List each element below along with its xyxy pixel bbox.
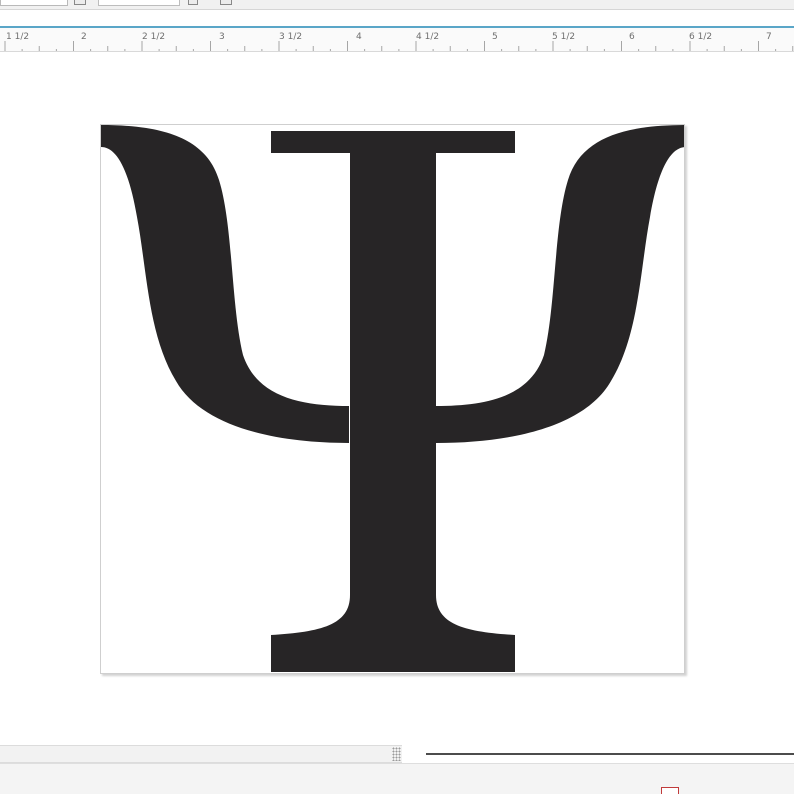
ruler-label: 2	[81, 32, 87, 42]
app-window: 1 1/2 2 2 1/2 3 3 1/2 4 4 1/2 5 5 1/2 6 …	[0, 0, 794, 794]
toolbar-value-field[interactable]	[98, 0, 180, 6]
scrollbar-thumb[interactable]	[426, 753, 794, 755]
drawing-workspace[interactable]	[0, 53, 794, 745]
status-marker[interactable]	[661, 787, 679, 794]
ruler-label: 6	[629, 32, 635, 42]
ruler-ticks	[4, 41, 794, 51]
top-toolbar	[0, 0, 794, 10]
scroll-divider	[418, 745, 426, 763]
ruler-label: 1 1/2	[6, 32, 30, 42]
ruler-label: 3 1/2	[279, 32, 303, 42]
ruler-label: 2 1/2	[142, 32, 166, 42]
ruler-label: 3	[219, 32, 225, 42]
psi-symbol-graphic[interactable]	[101, 125, 685, 674]
ruler-label: 4 1/2	[416, 32, 440, 42]
zoom-icon[interactable]	[188, 0, 198, 5]
horizontal-scrollbar[interactable]	[0, 745, 402, 763]
ruler-label: 4	[356, 32, 362, 42]
scrollbar-grip-icon[interactable]	[392, 747, 401, 761]
ruler-label: 6 1/2	[689, 32, 713, 42]
fit-page-icon[interactable]	[220, 0, 232, 5]
horizontal-ruler[interactable]: 1 1/2 2 2 1/2 3 3 1/2 4 4 1/2 5 5 1/2 6 …	[0, 26, 794, 52]
ruler-label: 5	[492, 32, 498, 42]
copy-icon[interactable]	[74, 0, 86, 5]
document-page[interactable]	[100, 124, 685, 674]
ruler-label: 5 1/2	[552, 32, 576, 42]
toolbar-dropdown[interactable]	[0, 0, 68, 6]
ruler-label: 7	[766, 32, 772, 42]
